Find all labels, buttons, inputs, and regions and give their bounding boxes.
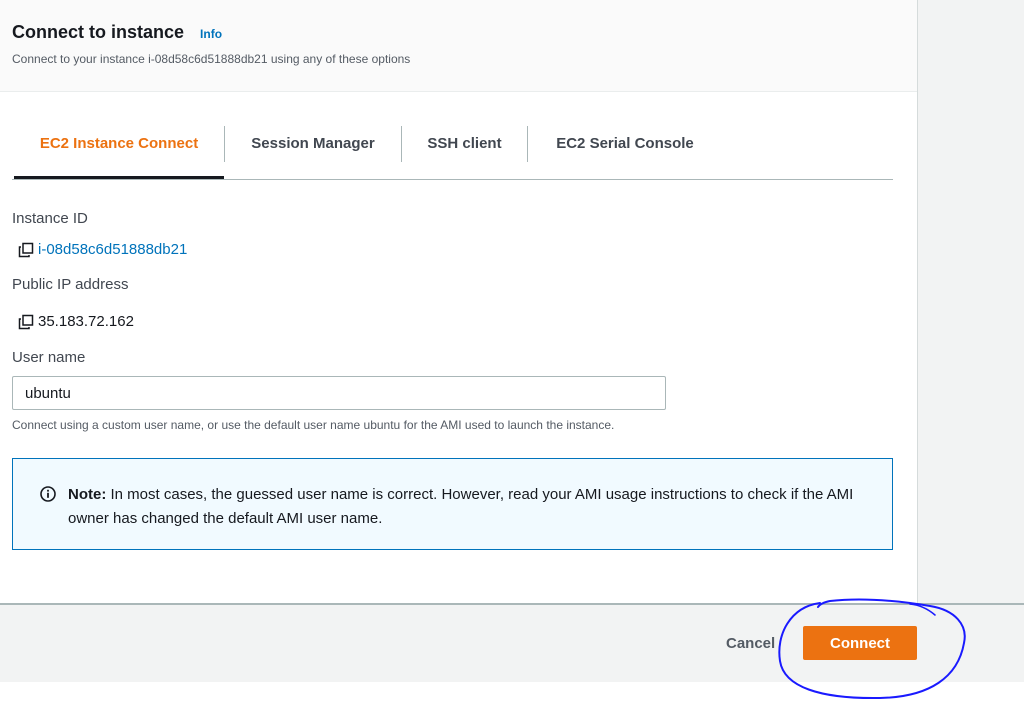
tab-ec2-serial-console[interactable]: EC2 Serial Console [528,126,722,162]
page-title: Connect to instance [12,22,185,42]
username-input[interactable] [12,376,666,410]
instance-id-label: Instance ID [12,210,88,227]
public-ip-row: 35.183.72.162 [18,313,134,330]
connect-panel: Connect to instance Info Connect to your… [0,0,918,603]
connect-button[interactable]: Connect [803,626,917,660]
info-circle-icon [40,486,56,502]
copy-icon[interactable] [18,314,34,330]
connect-tabs: EC2 Instance Connect Session Manager SSH… [12,126,893,180]
note-text: Note: In most cases, the guessed user na… [68,483,868,531]
page-background [918,0,1024,682]
note-label: Note: [68,486,107,503]
note-body: In most cases, the guessed user name is … [68,486,854,527]
active-tab-indicator [14,176,224,179]
username-label: User name [12,349,86,366]
instance-id-row: i-08d58c6d51888db21 [18,241,187,258]
tab-ssh-client[interactable]: SSH client [402,126,527,162]
instance-id-link[interactable]: i-08d58c6d51888db21 [38,241,187,258]
public-ip-label: Public IP address [12,276,129,293]
cancel-button[interactable]: Cancel [720,627,790,659]
title-row: Connect to instance Info [12,22,222,43]
panel-header: Connect to instance Info Connect to your… [0,0,917,92]
copy-icon[interactable] [18,242,34,258]
info-link[interactable]: Info [200,27,222,41]
tab-ec2-instance-connect[interactable]: EC2 Instance Connect [12,126,226,162]
tab-session-manager[interactable]: Session Manager [225,126,401,162]
page-subtitle: Connect to your instance i-08d58c6d51888… [12,52,411,66]
username-hint: Connect using a custom user name, or use… [12,418,615,432]
note-alert: Note: In most cases, the guessed user na… [12,458,893,550]
public-ip-value: 35.183.72.162 [38,313,134,330]
